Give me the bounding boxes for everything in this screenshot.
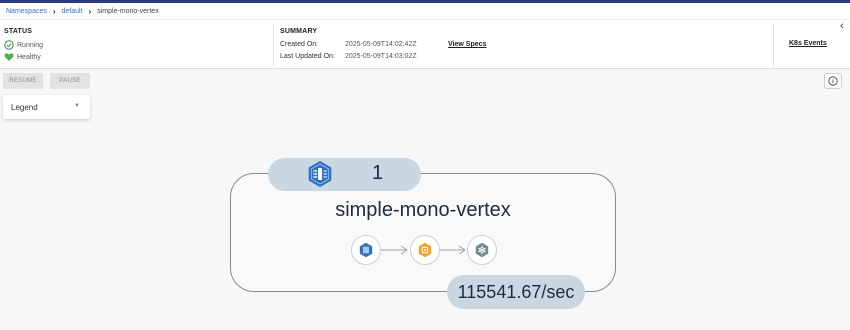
processing-rate: 115541.67/sec [457,281,575,302]
processing-rate-pill: 115541.67/sec [447,275,585,309]
transformer-node[interactable] [410,235,440,265]
sink-node[interactable] [467,235,497,265]
source-node[interactable] [351,235,381,265]
sink-icon [475,242,489,258]
vertex-flow-connectors [381,245,466,255]
source-icon [359,242,373,258]
transformer-icon [418,242,432,258]
